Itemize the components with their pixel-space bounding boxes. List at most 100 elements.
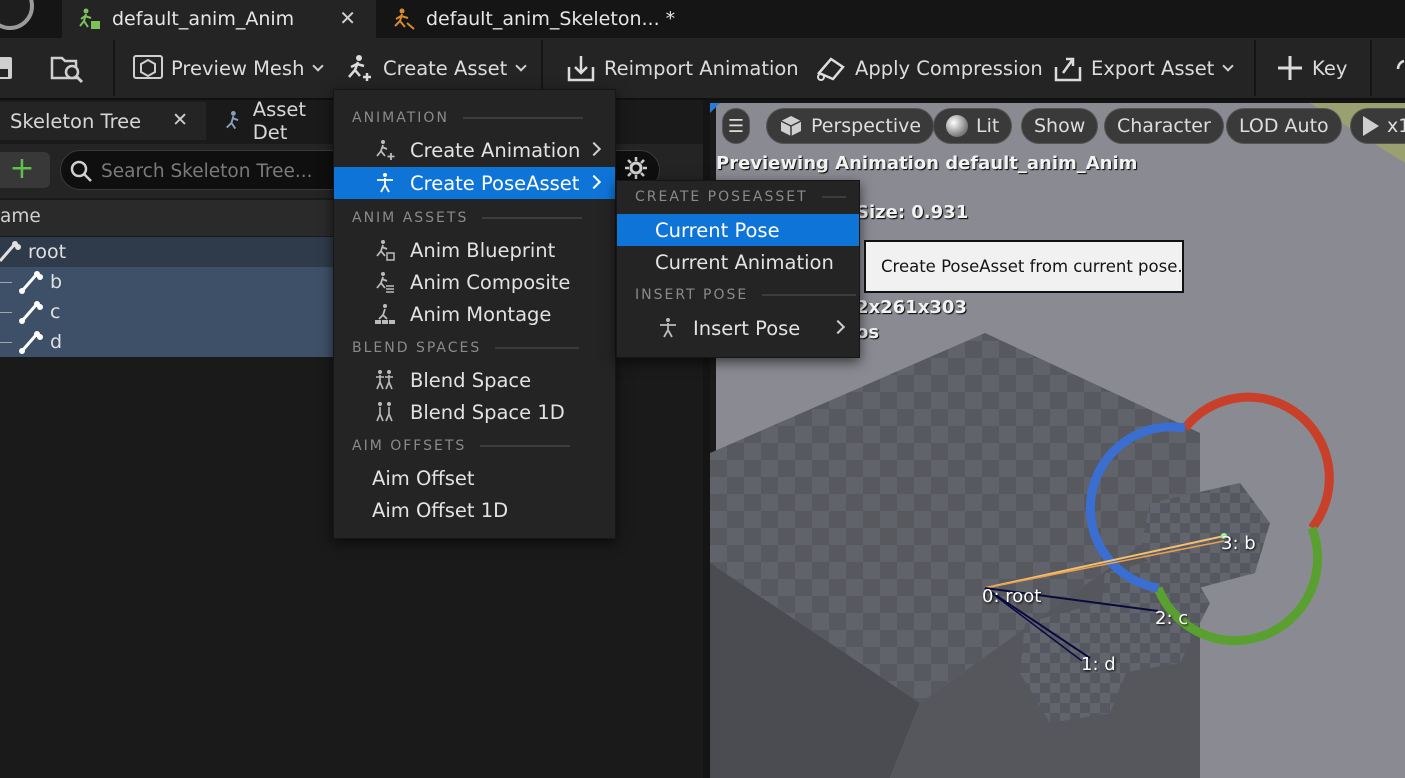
menu-item-anim-composite[interactable]: Anim Composite [334,266,615,298]
dimensions-text: 2x261x303 [856,297,967,318]
document-tab-bar: default_anim_Anim ✕ default_anim_Skeleto… [0,0,1405,38]
settings-gear-icon[interactable] [624,156,648,180]
tooltip-text: Create PoseAsset from current pose. [881,257,1183,276]
create-poseasset-submenu: CREATE POSEASSET Current Pose Current An… [616,180,860,358]
menu-item-current-pose[interactable]: Current Pose [617,214,859,246]
skeleton-asset-icon [394,8,415,30]
menu-section-aim-offsets: AIM OFFSETS [352,438,571,454]
tab-label: Asset Det [252,98,307,144]
menu-item-blend-space-1d[interactable]: Blend Space 1D [334,396,615,428]
tab-label: default_anim_Skeleton... * [426,8,676,30]
menu-item-label: Anim Blueprint [410,238,556,262]
export-asset-button[interactable]: Export Asset [1053,38,1235,98]
menu-section-create-poseasset: CREATE POSEASSET [635,189,846,205]
tab-asset-details[interactable]: Asset Det [212,98,342,144]
preview-mesh-icon [133,55,163,79]
lit-label: Lit [976,115,1000,137]
menu-item-blend-space[interactable]: Blend Space [334,364,615,396]
compression-icon [816,57,845,81]
export-icon [1054,57,1082,82]
menu-item-label: Current Animation [655,250,834,274]
bone-label-b: 3: b [1221,533,1256,554]
unreal-logo[interactable] [0,0,34,30]
menu-item-aim-offset[interactable]: Aim Offset [334,462,615,494]
lod-button[interactable]: LOD Auto [1226,108,1342,144]
tree-row-label: d [50,331,63,353]
tree-row-label: b [50,271,63,293]
character-button[interactable]: Character [1104,108,1224,144]
menu-item-label: Create PoseAsset [410,171,580,195]
menu-section-insert-pose: INSERT POSE [635,287,857,303]
chevron-down-icon [312,59,325,72]
animation-asset-icon [79,8,100,29]
menu-item-label: Aim Offset [372,466,475,490]
menu-item-label: Anim Composite [410,270,571,294]
chevron-down-icon [1222,59,1235,72]
tab-label: default_anim_Anim [112,8,295,30]
refresh-icon [1396,59,1405,70]
size-text: Size: 0.931 [856,202,969,223]
lit-sphere-icon [946,115,968,137]
bone-label-c: 2: c [1155,608,1189,629]
column-header-label: ame [0,206,41,227]
key-label: Key [1312,56,1348,80]
add-bone-button[interactable]: + [0,152,50,188]
save-button[interactable] [0,38,26,98]
menu-item-current-animation[interactable]: Current Animation [617,246,859,278]
menu-item-insert-pose[interactable]: Insert Pose [617,312,859,344]
toolbar-separator [113,40,115,96]
anim-montage-icon [375,304,395,324]
chevron-down-icon [515,59,527,72]
preview-mesh-label: Preview Mesh [171,56,305,80]
section-header: BLEND SPACES [352,340,482,356]
menu-item-label: Blend Space 1D [410,400,565,424]
section-header: INSERT POSE [635,287,749,303]
tab-default-anim-anim[interactable]: default_anim_Anim ✕ [62,0,376,38]
main-toolbar: Preview Mesh Create Asset Reimport Anima… [0,38,1405,100]
close-icon[interactable]: ✕ [339,6,356,30]
menu-section-anim-assets: ANIM ASSETS [352,210,583,226]
close-icon[interactable]: ✕ [172,109,188,131]
pose-asset-icon [377,173,393,193]
tree-row-label: c [50,301,61,323]
create-asset-menu: ANIMATION Create Animation Create PoseAs… [333,89,616,539]
menu-item-create-animation[interactable]: Create Animation [334,134,615,166]
section-header: CREATE POSEASSET [635,189,808,205]
playback-speed-label: x1 [1387,115,1405,137]
bone-icon [0,241,21,262]
preview-mesh-button[interactable]: Preview Mesh [133,38,325,98]
tab-label: Skeleton Tree [10,109,142,133]
chevron-right-icon [830,319,846,335]
create-asset-label: Create Asset [383,56,508,80]
lod-label: LOD Auto [1239,115,1329,137]
lit-button[interactable]: Lit [933,108,1013,144]
anim-blueprint-icon [376,240,395,261]
playback-speed-button[interactable]: x1 [1350,108,1405,144]
browse-button[interactable] [50,38,94,98]
previewing-text: Previewing Animation default_anim_Anim [716,153,1138,174]
menu-item-label: Create Animation [410,138,581,162]
menu-item-aim-offset-1d[interactable]: Aim Offset 1D [334,494,615,526]
apply-compression-button[interactable]: Apply Compression [815,38,1043,98]
menu-item-label: Insert Pose [693,316,801,340]
tab-default-anim-skeleton[interactable]: default_anim_Skeleton... * [376,0,696,38]
key-button[interactable]: Key [1276,38,1347,98]
bone-icon [19,271,43,294]
viewport-options-button[interactable]: ☰ [722,108,750,144]
more-toolbar-button[interactable] [1390,38,1405,98]
menu-item-create-poseasset[interactable]: Create PoseAsset [334,167,615,199]
show-button[interactable]: Show [1021,108,1099,144]
menu-item-label: Anim Montage [410,302,552,326]
blend-space-1d-icon [376,402,393,422]
menu-item-anim-blueprint[interactable]: Anim Blueprint [334,234,615,266]
toolbar-separator [541,40,543,96]
menu-item-anim-montage[interactable]: Anim Montage [334,298,615,330]
section-header: AIM OFFSETS [352,438,467,454]
save-icon [0,57,12,79]
apply-compression-label: Apply Compression [855,56,1043,80]
perspective-button[interactable]: Perspective [766,108,935,144]
tab-skeleton-tree[interactable]: Skeleton Tree ✕ [0,102,206,140]
menu-section-blend-spaces: BLEND SPACES [352,340,580,356]
hamburger-menu-icon: ☰ [727,115,745,137]
insert-pose-icon [660,318,676,338]
